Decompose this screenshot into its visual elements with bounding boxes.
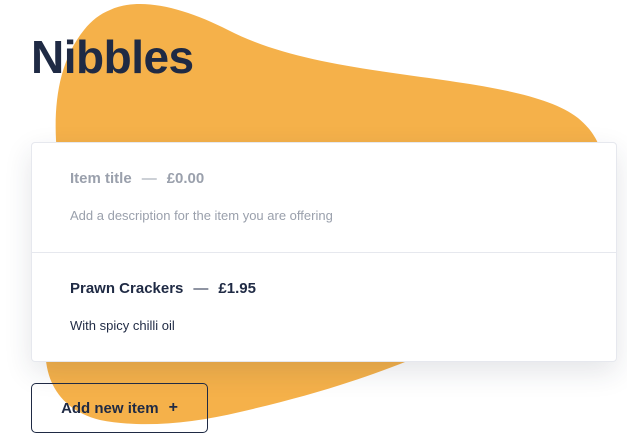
menu-item-name[interactable]: Item title bbox=[70, 170, 132, 188]
menu-item-row-placeholder[interactable]: Item title — £0.00 Add a description for… bbox=[32, 143, 616, 252]
menu-item-header: Prawn Crackers — £1.95 bbox=[70, 280, 616, 298]
menu-item-header: Item title — £0.00 bbox=[70, 170, 616, 188]
add-new-item-button[interactable]: Add new item + bbox=[31, 383, 208, 433]
menu-item-price[interactable]: £0.00 bbox=[167, 170, 205, 188]
plus-icon: + bbox=[168, 399, 178, 416]
menu-item-name[interactable]: Prawn Crackers bbox=[70, 280, 183, 298]
menu-item-separator: — bbox=[193, 280, 209, 297]
menu-item-separator: — bbox=[141, 170, 157, 187]
menu-item-description[interactable]: Add a description for the item you are o… bbox=[70, 208, 616, 224]
menu-item-price[interactable]: £1.95 bbox=[218, 280, 256, 298]
menu-items-card: Item title — £0.00 Add a description for… bbox=[31, 142, 617, 362]
add-new-item-label: Add new item bbox=[61, 399, 159, 417]
menu-item-row[interactable]: Prawn Crackers — £1.95 With spicy chilli… bbox=[32, 252, 616, 361]
menu-item-description[interactable]: With spicy chilli oil bbox=[70, 318, 616, 334]
section-title: Nibbles bbox=[31, 31, 194, 83]
